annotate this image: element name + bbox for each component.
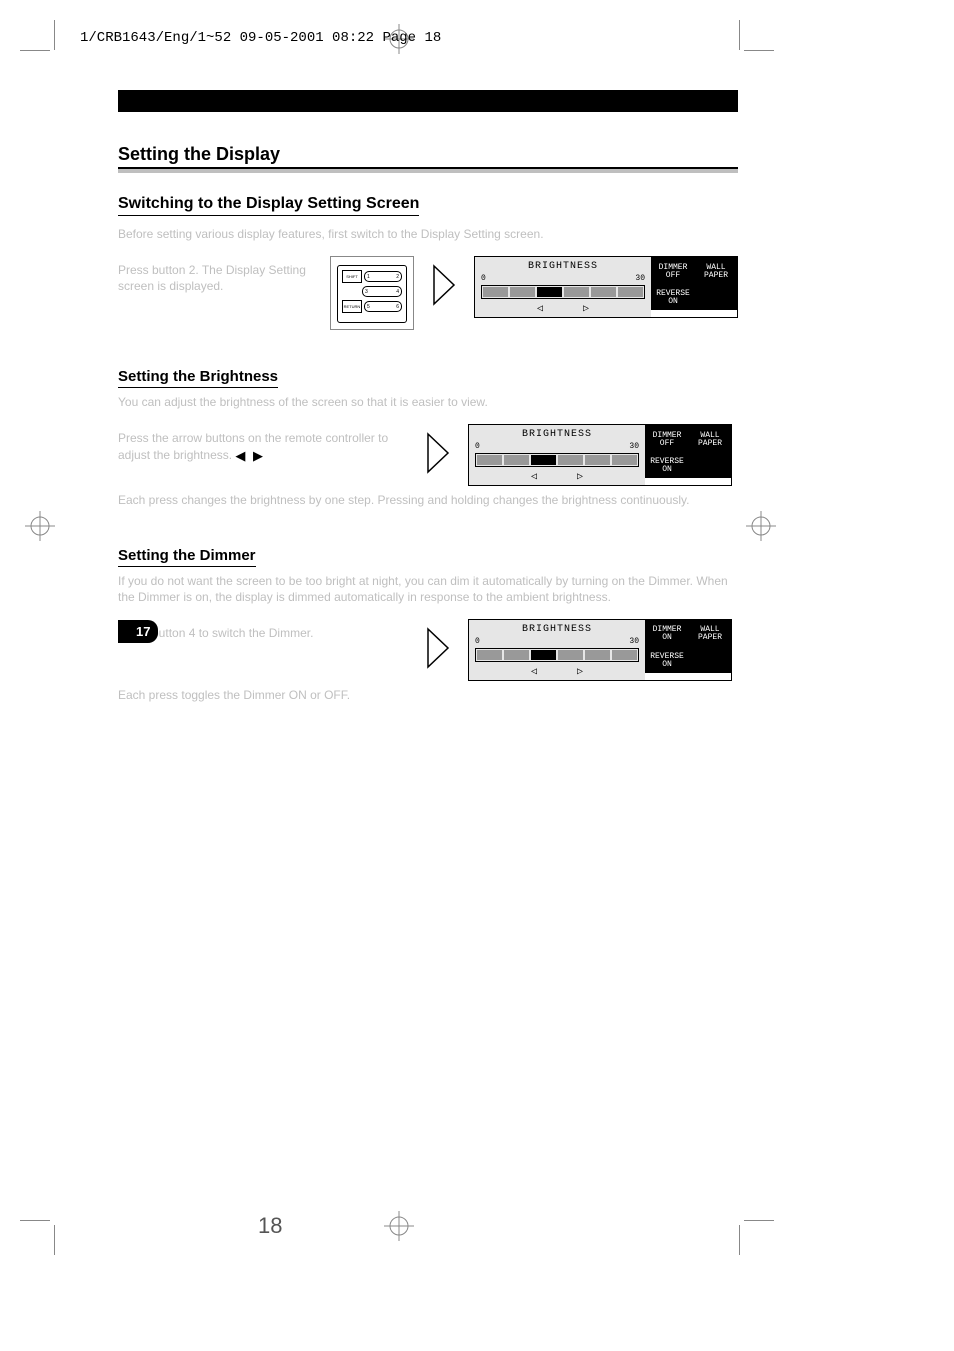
brightness-step-text: Press the arrow buttons on the remote co… [118, 430, 408, 464]
remote-row2: 34 [362, 286, 402, 297]
registration-mark [384, 1211, 414, 1241]
dimmer-cell: DIMMEROFF [651, 257, 694, 287]
switch-intro-text: Before setting various display features,… [118, 226, 738, 242]
crop-mark [739, 1225, 740, 1255]
wallpaper-cell: WALLPAPER [694, 257, 737, 287]
section-bar [118, 90, 738, 112]
remote-illustration: SHIFT 12 34 RETURN 56 [330, 256, 414, 330]
page-content: Setting the Display Switching to the Dis… [118, 90, 738, 713]
heading-brightness: Setting the Brightness [118, 368, 278, 388]
heading-underline [118, 169, 738, 173]
empty-cell [694, 287, 737, 310]
lcd-screen-3: BRIGHTNESS 030 ◁▷ DIMMERON WALLPAPER [468, 619, 732, 681]
crop-mark [744, 50, 774, 51]
crop-mark [54, 20, 55, 50]
brightness-intro-text: You can adjust the brightness of the scr… [118, 394, 738, 410]
page-badge: 17 [118, 620, 158, 643]
dimmer-step-text: Press button 4 to switch the Dimmer. [118, 625, 408, 641]
crop-mark [744, 1220, 774, 1221]
lcd-screen-1: BRIGHTNESS 030 ◁▷ DIMMEROFF WALLPAPER [474, 256, 738, 318]
arrow-icon [432, 264, 456, 306]
registration-mark [746, 511, 776, 541]
heading-switch-screen: Switching to the Display Setting Screen [118, 195, 419, 216]
right-arrow-icon: ▷ [583, 303, 589, 315]
crop-mark [20, 50, 50, 51]
heading-setting-display: Setting the Display [118, 144, 738, 169]
remote-return-label: RETURN [342, 300, 362, 313]
reverse-cell: REVERSEON [651, 287, 694, 310]
lcd-title: BRIGHTNESS [481, 261, 645, 272]
brightness-bar [475, 648, 639, 662]
switch-step-text: Press button 2. The Display Setting scre… [118, 262, 312, 294]
brightness-bar [481, 285, 645, 299]
lcd-screen-2: BRIGHTNESS 030 ◁▷ DIMMEROFF WALLPAPER [468, 424, 732, 486]
brightness-bar [475, 453, 639, 467]
heading-dimmer: Setting the Dimmer [118, 547, 256, 567]
print-slug: 1/CRB1643/Eng/1~52 09-05-2001 08:22 Page… [80, 30, 441, 46]
crop-mark [54, 1225, 55, 1255]
brightness-note-text: Each press changes the brightness by one… [118, 492, 738, 508]
arrow-left-right-icon: ◀ ▶ [235, 448, 265, 463]
crop-mark [20, 1220, 50, 1221]
remote-row1: 12 [364, 271, 402, 282]
dimmer-intro-text: If you do not want the screen to be too … [118, 573, 738, 605]
arrow-icon [426, 627, 450, 669]
dimmer-note-text: Each press toggles the Dimmer ON or OFF. [118, 687, 738, 703]
remote-row3: 56 [364, 301, 402, 312]
left-arrow-icon: ◁ [537, 303, 543, 315]
registration-mark [25, 511, 55, 541]
crop-mark [739, 20, 740, 50]
print-page-number: 18 [258, 1213, 282, 1239]
arrow-icon [426, 432, 450, 474]
remote-shift-label: SHIFT [342, 270, 362, 283]
